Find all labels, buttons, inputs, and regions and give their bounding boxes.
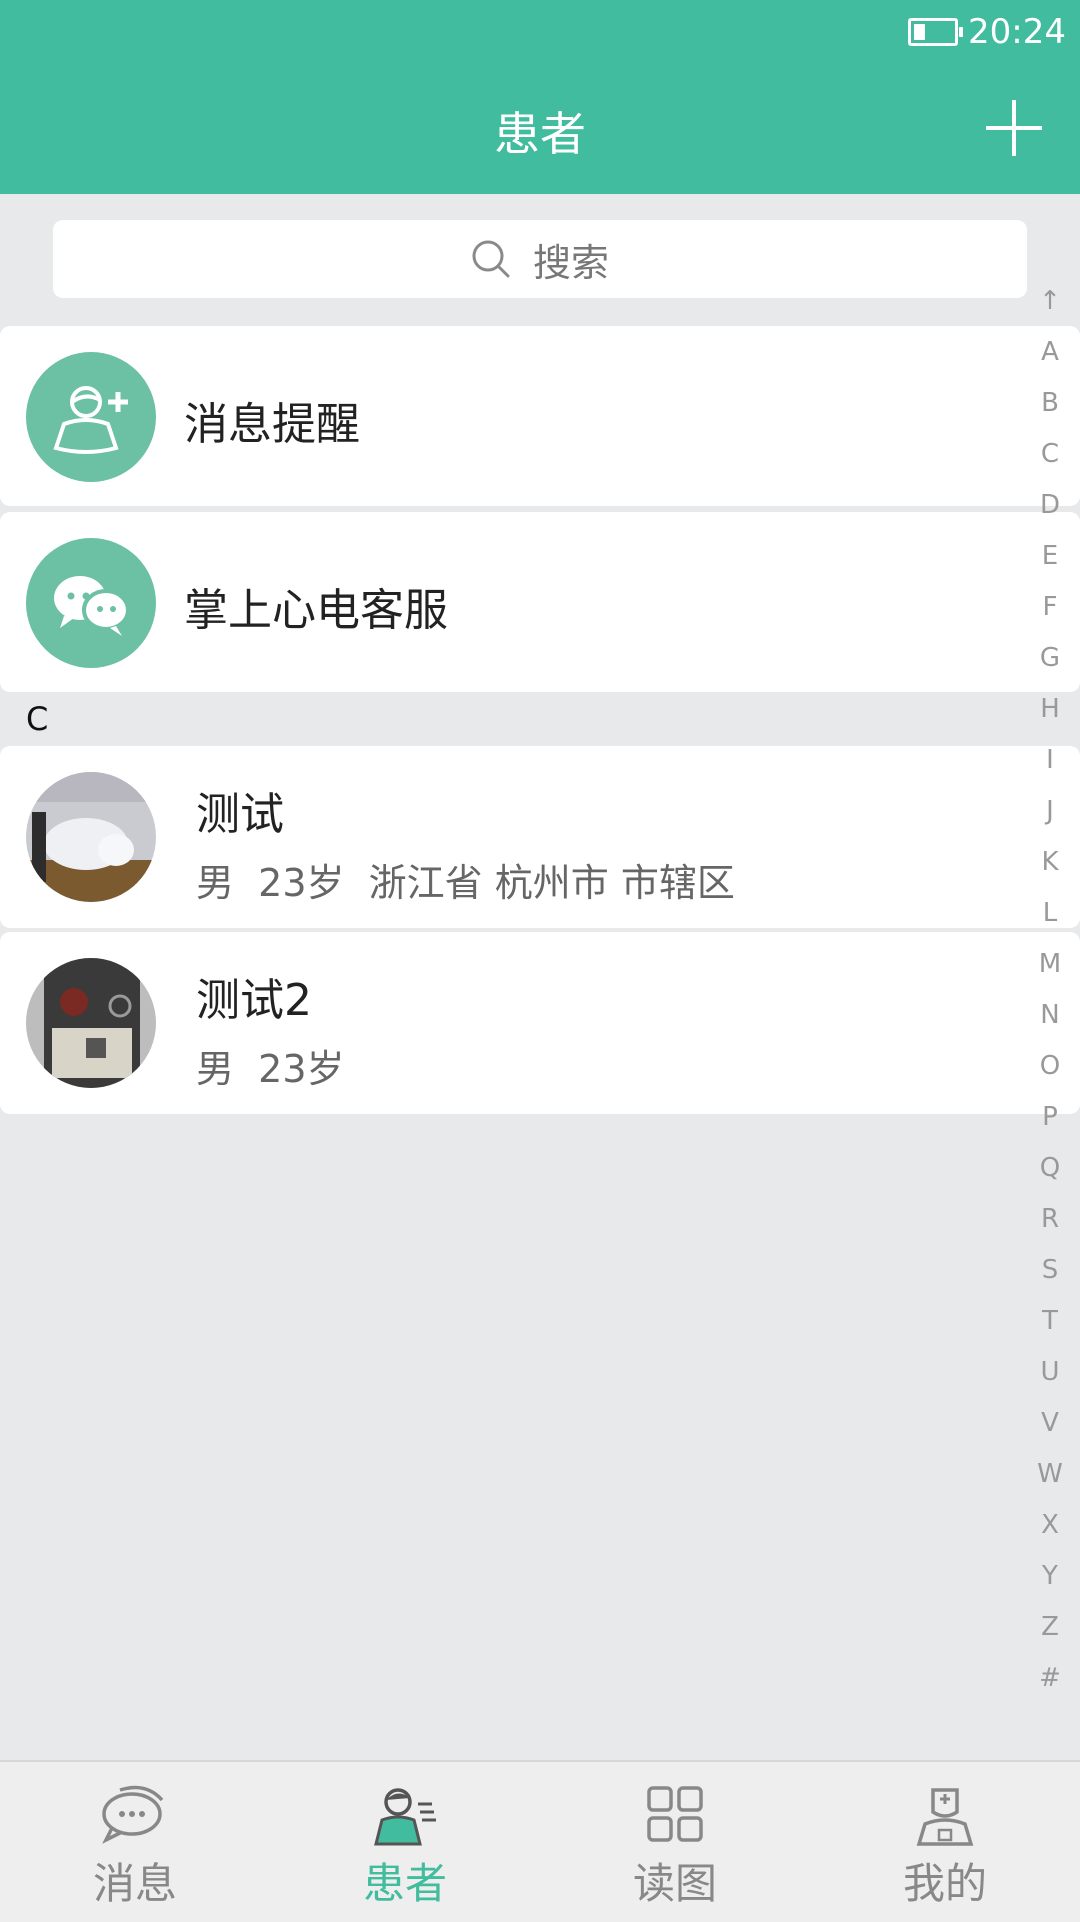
avatar — [26, 958, 156, 1088]
index-letter[interactable]: # — [1020, 1653, 1080, 1704]
tab-label: 我的 — [902, 1859, 987, 1908]
index-letter[interactable]: D — [1020, 480, 1080, 531]
index-letter[interactable]: S — [1020, 1245, 1080, 1296]
section-header: C — [26, 700, 49, 738]
tab-label: 消息 — [92, 1859, 177, 1908]
index-letter[interactable]: L — [1020, 888, 1080, 939]
index-letter[interactable]: O — [1020, 1041, 1080, 1092]
patient-row[interactable]: 测试2 男 23岁 — [0, 932, 1080, 1114]
patient-row[interactable]: 测试 男 23岁 浙江省 杭州市 市辖区 — [0, 746, 1080, 928]
index-letter[interactable]: W — [1020, 1449, 1080, 1500]
index-letter[interactable]: Z — [1020, 1602, 1080, 1653]
search-placeholder: 搜索 — [532, 240, 609, 285]
patient-detail: 男 23岁 — [196, 1047, 345, 1091]
index-letter[interactable]: V — [1020, 1398, 1080, 1449]
tab-label: 患者 — [362, 1859, 447, 1908]
index-letter[interactable]: E — [1020, 531, 1080, 582]
battery-icon — [908, 18, 964, 46]
alphabet-index-bar[interactable]: ↑ A B C D E F G H I J K L M N O P Q R S T U V W X Y Z # — [1020, 276, 1080, 1704]
index-letter[interactable]: X — [1020, 1500, 1080, 1551]
status-time: 20:24 — [968, 12, 1066, 52]
search-icon — [472, 240, 510, 278]
tab-read-images[interactable]: 读图 — [540, 1762, 810, 1922]
index-letter[interactable]: F — [1020, 582, 1080, 633]
index-letter[interactable]: U — [1020, 1347, 1080, 1398]
index-letter[interactable]: J — [1020, 786, 1080, 837]
search-input[interactable]: 搜索 — [53, 220, 1027, 298]
index-letter[interactable]: H — [1020, 684, 1080, 735]
patient-icon — [374, 1788, 436, 1846]
patient-detail: 男 23岁 浙江省 杭州市 市辖区 — [196, 861, 735, 905]
index-letter[interactable]: Q — [1020, 1143, 1080, 1194]
tab-label: 读图 — [632, 1859, 717, 1908]
index-letter[interactable]: R — [1020, 1194, 1080, 1245]
patient-add-icon — [26, 352, 156, 482]
tab-mine[interactable]: 我的 — [810, 1762, 1080, 1922]
page-title: 患者 — [494, 107, 586, 161]
battery-fill — [914, 24, 926, 40]
tab-patients[interactable]: 患者 — [270, 1762, 540, 1922]
status-bar: 20:24 — [908, 12, 1066, 52]
doctor-icon — [916, 1788, 974, 1846]
index-letter[interactable]: T — [1020, 1296, 1080, 1347]
index-letter[interactable]: N — [1020, 990, 1080, 1041]
index-letter[interactable]: B — [1020, 378, 1080, 429]
index-letter[interactable]: C — [1020, 429, 1080, 480]
list-item-label: 消息提醒 — [184, 399, 360, 450]
index-letter[interactable]: ↑ — [1020, 276, 1080, 327]
chat-bubble-icon — [102, 1785, 164, 1844]
wechat-chat-icon — [26, 538, 156, 668]
app-header: 20:24 患者 — [0, 0, 1080, 194]
list-item-message-reminder[interactable]: 消息提醒 — [0, 326, 1080, 506]
list-item-label: 掌上心电客服 — [184, 585, 448, 636]
patient-name: 测试2 — [196, 975, 312, 1026]
index-letter[interactable]: Y — [1020, 1551, 1080, 1602]
index-letter[interactable]: G — [1020, 633, 1080, 684]
index-letter[interactable]: M — [1020, 939, 1080, 990]
avatar — [26, 772, 156, 902]
patient-name: 测试 — [196, 789, 284, 840]
index-letter[interactable]: A — [1020, 327, 1080, 378]
bottom-nav: 消息 患者 读图 我的 — [0, 1760, 1080, 1922]
add-patient-button[interactable] — [986, 100, 1042, 156]
tab-messages[interactable]: 消息 — [0, 1762, 270, 1922]
index-letter[interactable]: I — [1020, 735, 1080, 786]
grid-icon — [647, 1786, 703, 1842]
index-letter[interactable]: P — [1020, 1092, 1080, 1143]
index-letter[interactable]: K — [1020, 837, 1080, 888]
list-item-customer-service[interactable]: 掌上心电客服 — [0, 512, 1080, 692]
